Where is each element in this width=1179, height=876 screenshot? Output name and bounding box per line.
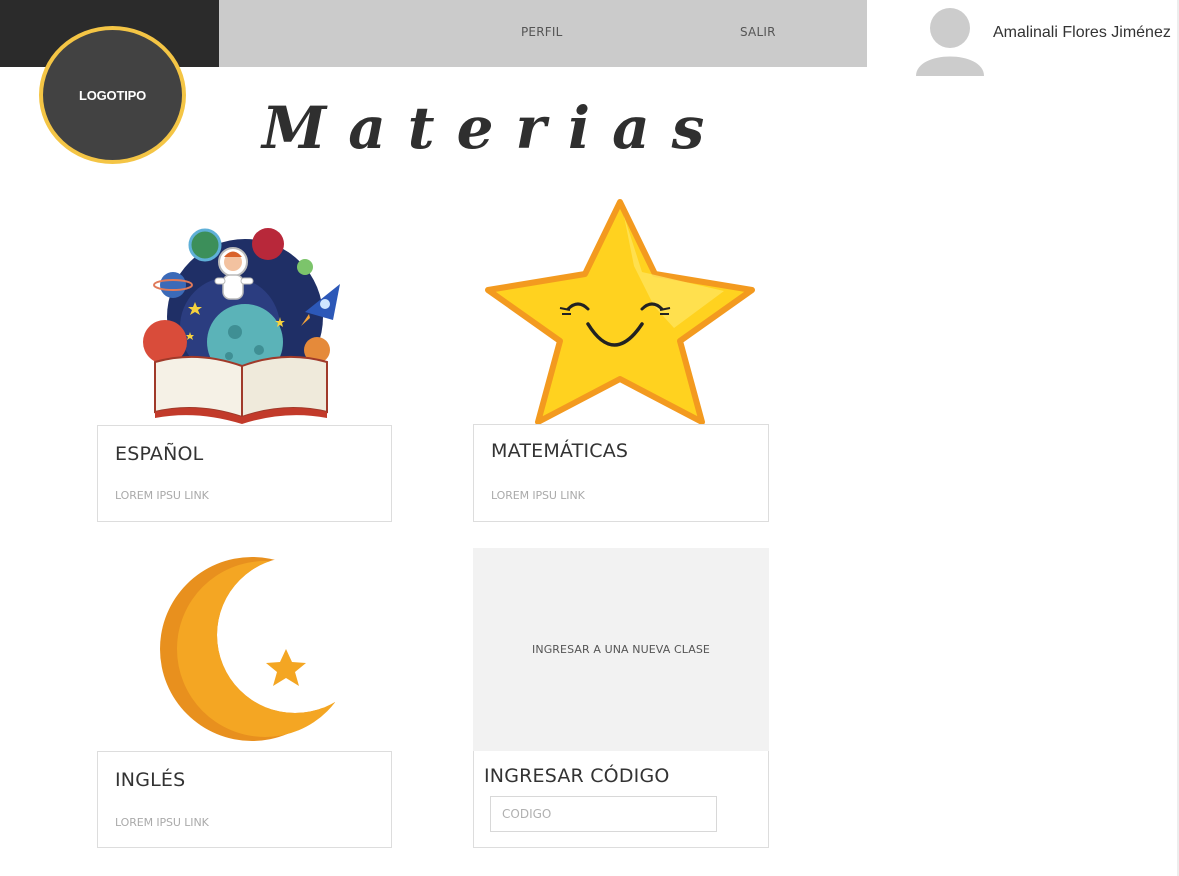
crescent-moon-star-illustration xyxy=(160,557,335,741)
subject-link[interactable]: LOREM IPSU LINK xyxy=(115,816,209,829)
subject-link[interactable]: LOREM IPSU LINK xyxy=(115,489,209,502)
join-new-class-panel[interactable]: INGRESAR A UNA NUEVA CLASE xyxy=(473,548,769,751)
join-new-class-label: INGRESAR A UNA NUEVA CLASE xyxy=(532,643,710,656)
logo-label: LOGOTIPO xyxy=(78,87,146,103)
class-code-input[interactable] xyxy=(490,796,717,832)
smiling-star-illustration xyxy=(485,199,755,425)
join-class-card: INGRESAR CÓDIGO xyxy=(473,751,769,848)
page-title: Materias xyxy=(262,94,727,162)
subject-title: ESPAÑOL xyxy=(115,443,204,465)
nav-profile-link[interactable]: PERFIL xyxy=(521,25,562,39)
subject-title: INGLÉS xyxy=(115,769,186,791)
user-name: Amalinali Flores Jiménez xyxy=(993,24,1171,41)
subject-title: MATEMÁTICAS xyxy=(491,440,629,462)
space-book-illustration xyxy=(143,228,340,424)
nav-logout-link[interactable]: SALIR xyxy=(740,25,776,39)
user-avatar-icon[interactable] xyxy=(913,6,987,76)
join-class-title: INGRESAR CÓDIGO xyxy=(484,765,670,787)
subject-card-matematicas[interactable]: MATEMÁTICAS LOREM IPSU LINK xyxy=(473,424,769,522)
subject-link[interactable]: LOREM IPSU LINK xyxy=(491,489,585,502)
subject-card-ingles[interactable]: INGLÉS LOREM IPSU LINK xyxy=(97,751,392,848)
subject-card-espanol[interactable]: ESPAÑOL LOREM IPSU LINK xyxy=(97,425,392,522)
logo[interactable]: LOGOTIPO xyxy=(39,26,186,164)
